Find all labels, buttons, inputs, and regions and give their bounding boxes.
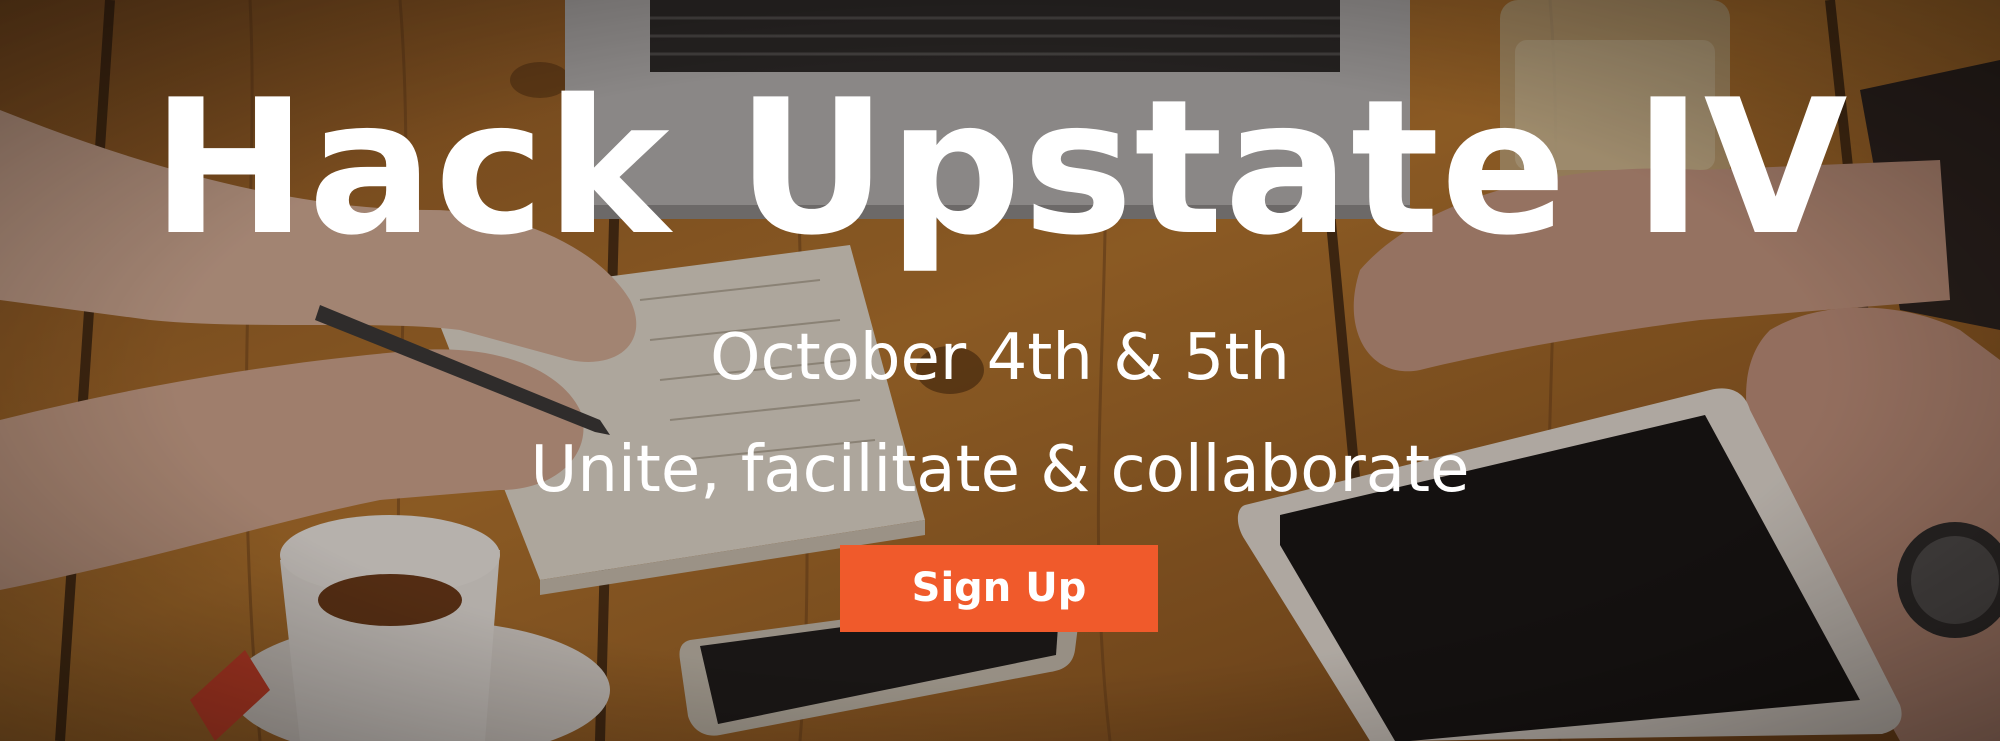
event-title: Hack Upstate IV <box>151 59 1849 276</box>
sign-up-button[interactable]: Sign Up <box>840 545 1158 632</box>
hero-banner: Hack Upstate IV October 4th & 5th Unite,… <box>0 0 2000 741</box>
event-date: October 4th & 5th <box>710 321 1290 395</box>
event-tagline: Unite, facilitate & collaborate <box>530 433 1470 507</box>
